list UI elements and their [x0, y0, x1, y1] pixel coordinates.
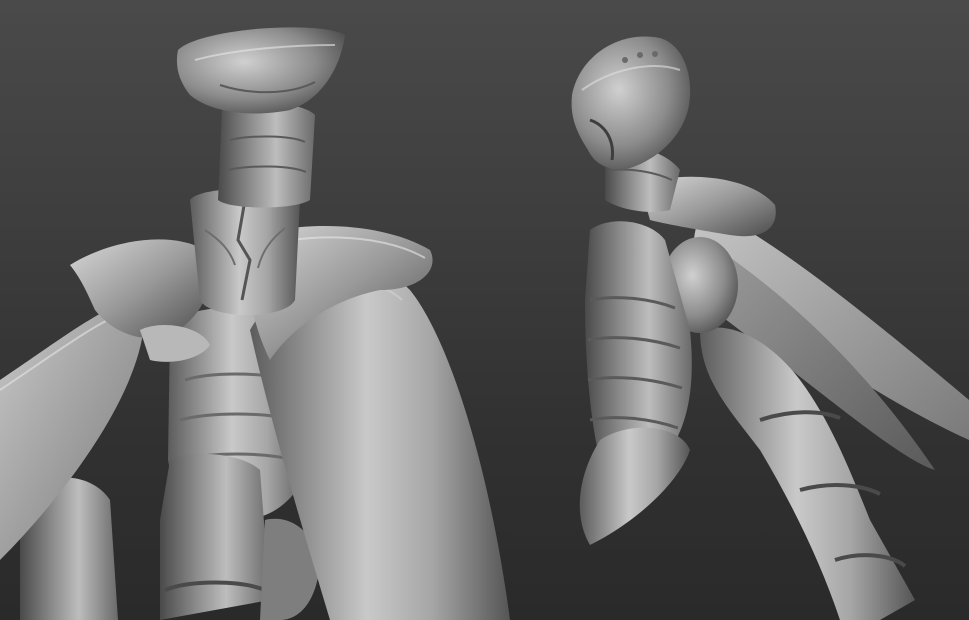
sculpt-viewport[interactable] — [0, 0, 969, 620]
render-canvas — [0, 27, 969, 620]
right-figure — [571, 36, 969, 620]
left-figure — [0, 27, 510, 620]
